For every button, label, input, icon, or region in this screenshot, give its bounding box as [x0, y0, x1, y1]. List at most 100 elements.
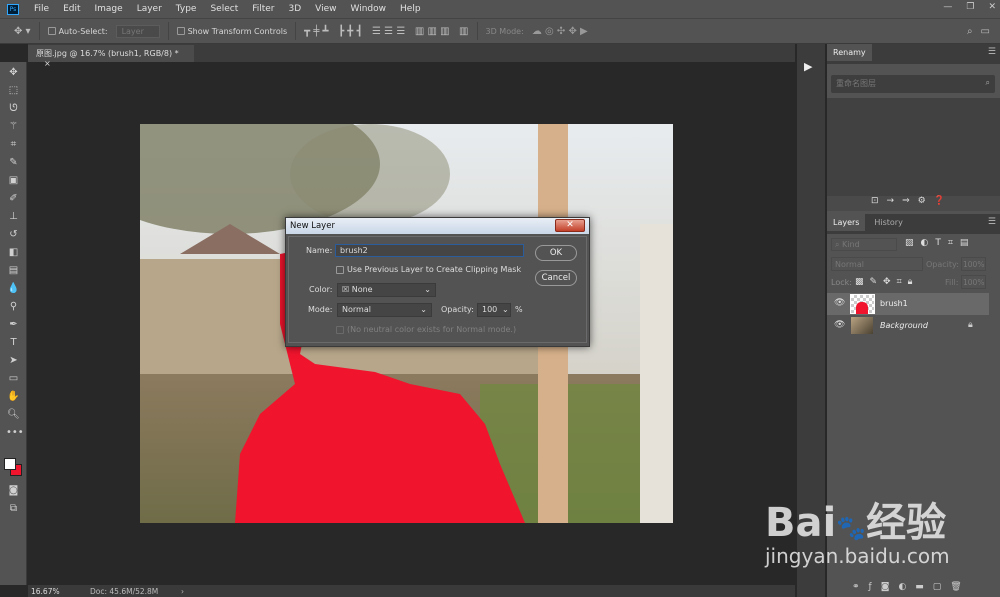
close-button[interactable]: ✕	[988, 2, 996, 12]
dodge-tool-icon[interactable]: ⚲	[6, 300, 21, 314]
restore-button[interactable]: ❐	[966, 2, 974, 12]
menu-file[interactable]: File	[27, 4, 56, 14]
tab-layers[interactable]: Layers	[827, 214, 866, 231]
menu-window[interactable]: Window	[344, 4, 394, 14]
eraser-icon[interactable]: ◧	[6, 246, 21, 260]
menu-view[interactable]: View	[308, 4, 343, 14]
lock-icons[interactable]: ▩✎✥⌗🔒︎	[855, 277, 918, 287]
watermark-url: jingyan.baidu.com	[765, 544, 950, 568]
name-label: Name:	[306, 246, 333, 255]
menu-3d[interactable]: 3D	[282, 4, 309, 14]
opacity-label: Opacity:	[926, 260, 959, 269]
path-selection-icon[interactable]: ➤	[6, 354, 21, 368]
layer-filter-icons[interactable]: ▨◐T⌗▤	[905, 238, 975, 248]
history-brush-icon[interactable]: ↺	[6, 228, 21, 242]
show-transform-checkbox[interactable]: Show Transform Controls	[176, 27, 287, 36]
tab-history[interactable]: History	[868, 214, 908, 231]
fill-label: Fill:	[945, 278, 959, 287]
opacity-label: Opacity:	[441, 305, 474, 314]
divider	[295, 22, 297, 40]
dialog-close-button[interactable]: ✕	[555, 219, 585, 232]
move-tool-icon[interactable]: ✥	[6, 66, 21, 80]
document-tab[interactable]: 原图.jpg @ 16.7% (brush1, RGB/8) * ×	[28, 45, 194, 68]
lasso-tool-icon[interactable]: ᘎ	[6, 102, 21, 116]
status-menu-arrow[interactable]: ›	[181, 587, 184, 596]
photoshop-logo: Ps	[7, 3, 19, 15]
brush-tool-icon[interactable]: ✐	[6, 192, 21, 206]
clipping-mask-checkbox[interactable]: Use Previous Layer to Create Clipping Ma…	[336, 265, 521, 274]
layers-tab-bar: Layers History ☰	[827, 214, 1000, 234]
lock-label: Lock:	[831, 278, 852, 287]
document-title: 原图.jpg @ 16.7% (brush1, RGB/8) *	[36, 49, 179, 58]
layers-bottom-toolbar[interactable]: ⚭ƒ◙◐▬▢🗑︎	[827, 580, 1000, 597]
color-dropdown[interactable]: ☒ None ⌄	[337, 283, 436, 297]
minimize-button[interactable]: —	[943, 2, 952, 12]
visibility-eye-icon[interactable]: 👁︎	[834, 320, 845, 330]
renamy-tab-bar: Renamy ☰	[827, 44, 1000, 64]
magic-wand-icon[interactable]: ⚚	[6, 120, 21, 134]
foreground-color-swatch[interactable]	[4, 458, 16, 470]
blur-tool-icon[interactable]: 💧	[6, 282, 21, 296]
search-icon[interactable]: ⌕	[967, 26, 973, 37]
align-icons[interactable]: ┳ ╪ ┻ ┣ ╋ ┫ ☰ ☰ ☰ ▥ ▥ ▥ ▥	[304, 26, 468, 37]
visibility-eye-icon[interactable]: 👁︎	[834, 298, 845, 308]
hand-tool-icon[interactable]: ✋	[6, 390, 21, 404]
doc-size: Doc: 45.6M/52.8M	[90, 587, 159, 596]
eyedropper-icon[interactable]: ✎	[6, 156, 21, 170]
healing-brush-icon[interactable]: ▣	[6, 174, 21, 188]
gradient-icon[interactable]: ▤	[6, 264, 21, 278]
menu-type[interactable]: Type	[169, 4, 204, 14]
panel-menu-icon[interactable]: ☰	[988, 217, 996, 227]
ok-button[interactable]: OK	[535, 245, 577, 261]
options-bar: ✥ ▾ Auto-Select: Layer Show Transform Co…	[0, 18, 1000, 44]
layer-name: Background	[880, 321, 928, 330]
opacity-dropdown-icon[interactable]: ⌄	[502, 305, 509, 314]
tab-renamy[interactable]: Renamy	[827, 44, 872, 61]
cancel-button[interactable]: Cancel	[535, 270, 577, 286]
type-tool-icon[interactable]: T	[6, 336, 21, 350]
layer-row-background[interactable]: 👁︎ Background 🔒︎	[827, 315, 989, 337]
layer-thumbnail	[851, 317, 873, 334]
new-layer-dialog: New Layer ✕ Name: brush2 Use Previous La…	[285, 217, 590, 347]
rename-search-input[interactable]: 重命名图层 ⌕	[831, 75, 995, 93]
zoom-level[interactable]: 16.67%	[31, 587, 60, 596]
menu-help[interactable]: Help	[393, 4, 428, 14]
quick-mask-icon[interactable]: ◙	[6, 484, 21, 498]
clone-stamp-icon[interactable]: ⊥	[6, 210, 21, 224]
3d-tools-icons[interactable]: ☁ ◎ ✣ ✥ ▶	[532, 26, 588, 37]
workspace-icon[interactable]: ▭	[981, 26, 990, 37]
play-icon[interactable]: ▶	[804, 60, 812, 73]
neutral-color-checkbox: (No neutral color exists for Normal mode…	[336, 325, 516, 334]
zoom-tool-icon[interactable]: 🔍︎	[6, 408, 21, 422]
menu-filter[interactable]: Filter	[245, 4, 281, 14]
kind-filter-dropdown[interactable]: ⌕ Kind	[831, 238, 897, 251]
menu-edit[interactable]: Edit	[56, 4, 87, 14]
menu-layer[interactable]: Layer	[130, 4, 169, 14]
3d-mode-label: 3D Mode:	[485, 26, 524, 36]
layer-row-brush1[interactable]: 👁︎ brush1	[827, 293, 989, 315]
lock-icon: 🔒︎	[968, 320, 973, 330]
auto-select-dropdown[interactable]: Layer	[115, 24, 160, 38]
baidu-logo: Bai🐾经验	[765, 500, 947, 546]
panel-menu-icon[interactable]: ☰	[988, 47, 996, 57]
menu-select[interactable]: Select	[203, 4, 245, 14]
auto-select-checkbox[interactable]: Auto-Select:	[47, 27, 108, 36]
blend-mode-dropdown[interactable]: Normal	[831, 257, 923, 271]
mode-dropdown[interactable]: Normal ⌄	[337, 303, 432, 317]
more-tools-icon[interactable]: •••	[6, 426, 24, 440]
dialog-title: New Layer	[286, 218, 589, 234]
move-tool-icon[interactable]: ✥ ▾	[14, 26, 31, 37]
renamy-toolbar-icons[interactable]: ⊡→⇒⚙❓	[827, 196, 1000, 211]
marquee-tool-icon[interactable]: ⬚	[6, 84, 21, 98]
pen-tool-icon[interactable]: ✒	[6, 318, 21, 332]
screen-mode-icon[interactable]: ⧉	[6, 502, 21, 516]
close-tab-icon[interactable]: ×	[44, 59, 51, 68]
fill-input[interactable]: 100%	[961, 275, 986, 289]
color-label: Color:	[309, 285, 333, 294]
crop-tool-icon[interactable]: ⌗	[6, 138, 21, 152]
menu-image[interactable]: Image	[88, 4, 130, 14]
status-bar: 16.67% Doc: 45.6M/52.8M ›	[28, 585, 795, 597]
rectangle-tool-icon[interactable]: ▭	[6, 372, 21, 386]
name-input[interactable]: brush2	[335, 244, 524, 257]
opacity-input[interactable]: 100%	[961, 257, 986, 271]
